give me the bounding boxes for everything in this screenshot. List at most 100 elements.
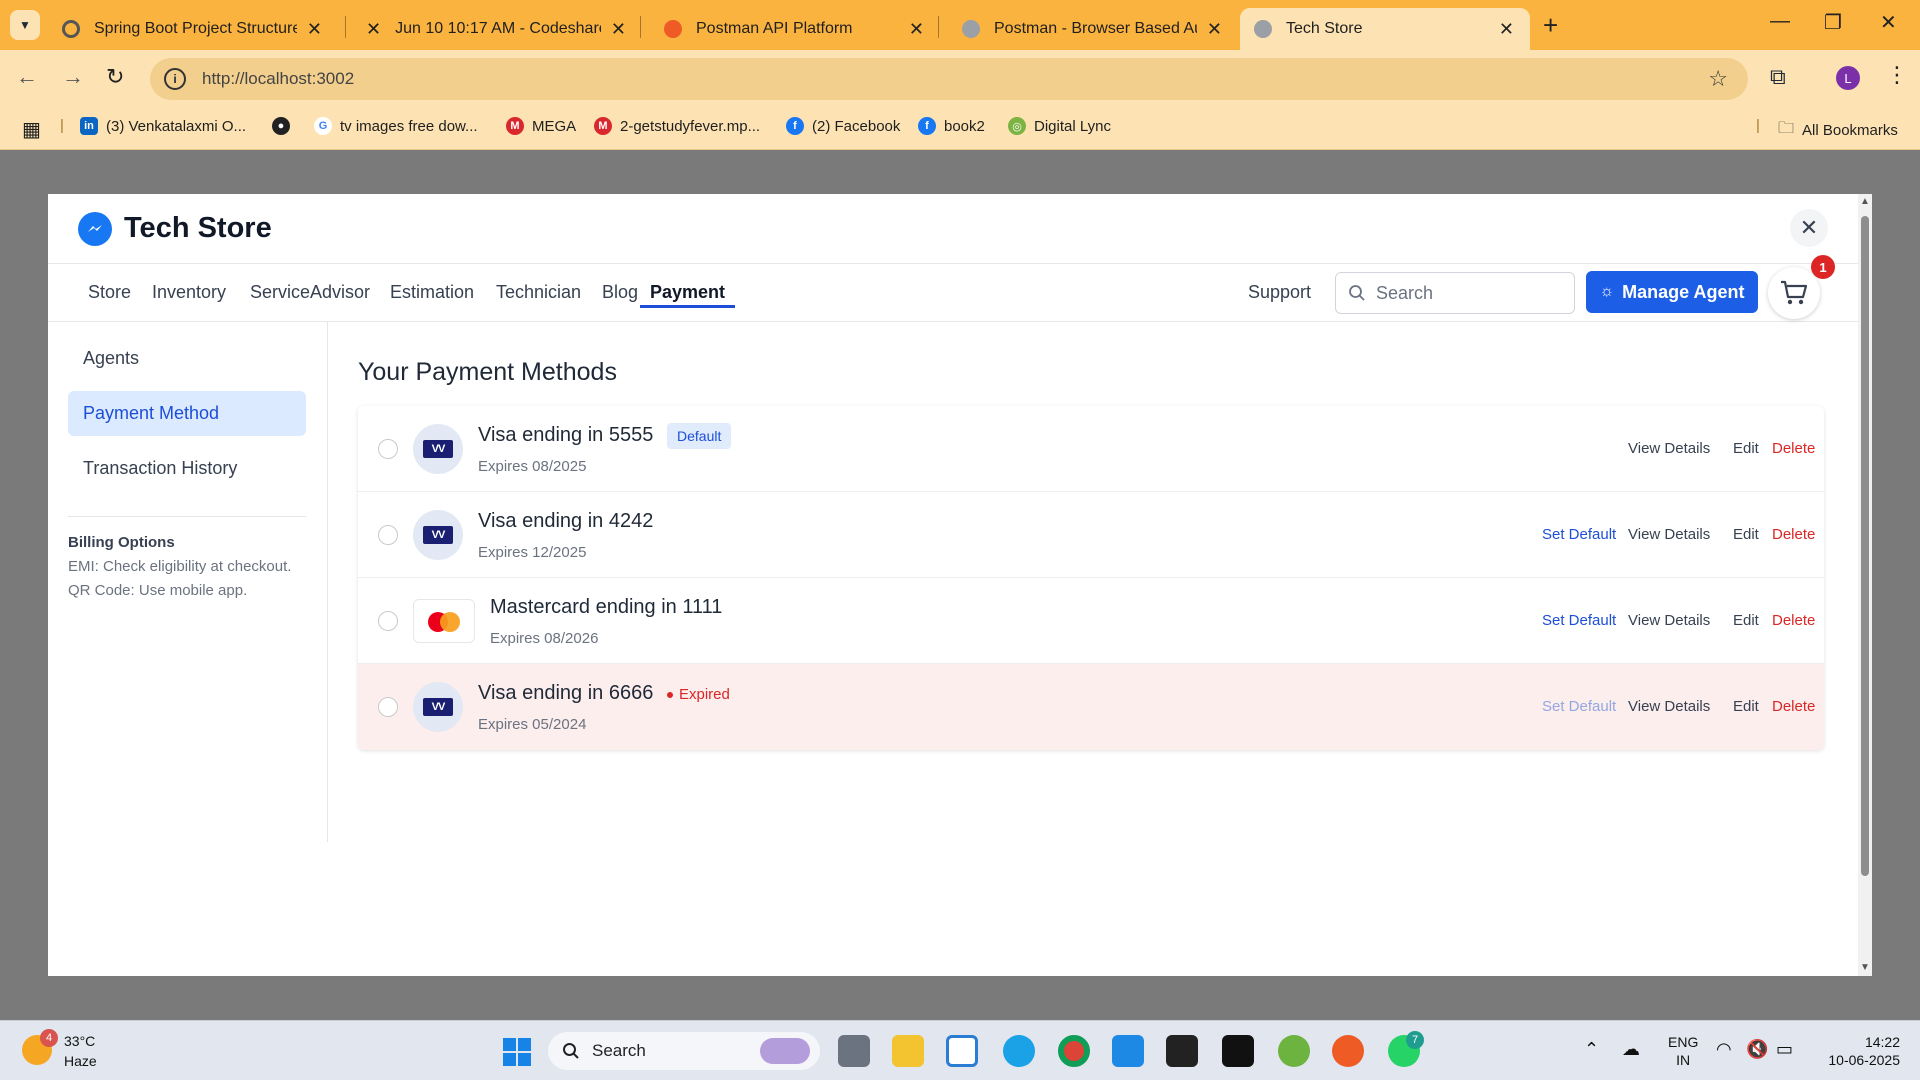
bookmark-item[interactable]: G tv images free dow... bbox=[314, 117, 478, 135]
sun-gear-icon: ☼ bbox=[1599, 283, 1615, 300]
select-radio[interactable] bbox=[378, 611, 398, 631]
view-details-link[interactable]: View Details bbox=[1628, 612, 1710, 629]
chrome-icon[interactable] bbox=[1058, 1035, 1090, 1067]
sidebar-item-payment-method[interactable]: Payment Method bbox=[68, 391, 306, 436]
select-radio[interactable] bbox=[378, 439, 398, 459]
profile-avatar[interactable]: L bbox=[1836, 66, 1860, 90]
task-view-icon[interactable] bbox=[838, 1035, 870, 1067]
nav-store[interactable]: Store bbox=[88, 282, 131, 303]
close-icon[interactable]: ✕ bbox=[611, 19, 626, 40]
close-modal-button[interactable]: ✕ bbox=[1790, 209, 1828, 247]
taskbar-search[interactable]: Search bbox=[548, 1032, 820, 1070]
sidebar-item-transaction-history[interactable]: Transaction History bbox=[68, 446, 306, 491]
url-text[interactable]: http://localhost:3002 bbox=[202, 69, 354, 89]
edit-link[interactable]: Edit bbox=[1733, 612, 1759, 629]
wifi-icon[interactable]: ◠ bbox=[1716, 1039, 1732, 1060]
file-explorer-icon[interactable] bbox=[892, 1035, 924, 1067]
bookmark-item[interactable]: f book2 bbox=[918, 117, 985, 135]
apps-grid-icon[interactable]: ▦ bbox=[22, 117, 41, 142]
more-menu-icon[interactable]: ⋮ bbox=[1886, 62, 1908, 88]
set-default-link[interactable]: Set Default bbox=[1542, 526, 1616, 543]
nav-serviceadvisor[interactable]: ServiceAdvisor bbox=[250, 282, 370, 303]
address-bar[interactable]: i http://localhost:3002 ☆ bbox=[150, 58, 1748, 100]
site-info-icon[interactable]: i bbox=[164, 68, 186, 90]
bookmark-item[interactable]: in (3) Venkatalaxmi O... bbox=[80, 117, 246, 135]
terminal-icon[interactable] bbox=[1166, 1035, 1198, 1067]
nav-estimation[interactable]: Estimation bbox=[390, 282, 474, 303]
nav-technician[interactable]: Technician bbox=[496, 282, 581, 303]
all-bookmarks-button[interactable]: 🗀 All Bookmarks bbox=[1778, 117, 1898, 144]
close-icon[interactable]: ✕ bbox=[1207, 19, 1222, 40]
delete-link[interactable]: Delete bbox=[1772, 612, 1815, 629]
weather-temperature[interactable]: 33°C bbox=[64, 1033, 95, 1049]
nav-inventory[interactable]: Inventory bbox=[152, 282, 226, 303]
select-radio[interactable] bbox=[378, 697, 398, 717]
minimize-icon[interactable]: — bbox=[1770, 10, 1790, 33]
bookmark-item[interactable]: M 2-getstudyfever.mp... bbox=[594, 117, 760, 135]
edge-icon[interactable] bbox=[1003, 1035, 1035, 1067]
close-icon[interactable]: ✕ bbox=[1499, 19, 1514, 40]
set-default-link[interactable]: Set Default bbox=[1542, 612, 1616, 629]
mega-icon: M bbox=[506, 117, 524, 135]
page-scrollbar[interactable]: ▲ ▼ bbox=[1858, 194, 1872, 976]
bookmark-star-icon[interactable]: ☆ bbox=[1708, 66, 1728, 92]
browser-tab-active[interactable]: Tech Store ✕ bbox=[1240, 8, 1530, 50]
system-clock[interactable]: 14:22 10-06-2025 bbox=[1818, 1033, 1900, 1069]
sidebar-item-agents[interactable]: Agents bbox=[68, 336, 306, 381]
onedrive-icon[interactable]: ☁ bbox=[1622, 1039, 1640, 1060]
search-input[interactable] bbox=[1376, 282, 1566, 304]
extensions-puzzle-icon[interactable]: ⧉ bbox=[1770, 64, 1786, 90]
browser-tab[interactable]: Postman API Platform ✕ bbox=[650, 8, 940, 50]
bookmark-item[interactable]: ● bbox=[272, 117, 298, 135]
spring-tools-icon[interactable] bbox=[1278, 1035, 1310, 1067]
window-close-icon[interactable]: ✕ bbox=[1880, 10, 1897, 35]
photos-icon[interactable] bbox=[1112, 1035, 1144, 1067]
edit-link[interactable]: Edit bbox=[1733, 526, 1759, 543]
browser-tab[interactable]: Postman - Browser Based Auth ✕ bbox=[948, 8, 1238, 50]
tab-search-button[interactable]: ▼ bbox=[10, 10, 40, 40]
chevron-up-icon[interactable]: ⌃ bbox=[1584, 1039, 1599, 1060]
nav-blog[interactable]: Blog bbox=[602, 282, 638, 303]
search-box[interactable] bbox=[1335, 272, 1575, 314]
edit-link[interactable]: Edit bbox=[1733, 440, 1759, 457]
windows-start-icon[interactable] bbox=[503, 1038, 531, 1066]
manage-agent-button[interactable]: ☼ Manage Agent bbox=[1586, 271, 1758, 313]
scroll-up-icon[interactable]: ▲ bbox=[1860, 196, 1870, 207]
nav-support[interactable]: Support bbox=[1248, 282, 1311, 303]
bookmark-item[interactable]: ◎ Digital Lync bbox=[1008, 117, 1111, 135]
microsoft-store-icon[interactable] bbox=[946, 1035, 978, 1067]
cart-button[interactable] bbox=[1768, 267, 1820, 319]
browser-tab[interactable]: ✕ Jun 10 10:17 AM - Codeshare ✕ bbox=[352, 8, 642, 50]
nav-payment[interactable]: Payment bbox=[640, 282, 736, 308]
battery-icon[interactable]: ▭ bbox=[1776, 1039, 1793, 1060]
delete-link[interactable]: Delete bbox=[1772, 526, 1815, 543]
select-radio[interactable] bbox=[378, 525, 398, 545]
delete-link[interactable]: Delete bbox=[1772, 440, 1815, 457]
view-details-link[interactable]: View Details bbox=[1628, 440, 1710, 457]
new-tab-icon[interactable]: + bbox=[1543, 10, 1558, 41]
close-icon[interactable]: ✕ bbox=[909, 19, 924, 40]
delete-link[interactable]: Delete bbox=[1772, 698, 1815, 715]
app-icon[interactable] bbox=[1222, 1035, 1254, 1067]
bookmark-item[interactable]: M MEGA bbox=[506, 117, 576, 135]
close-icon[interactable]: ✕ bbox=[307, 19, 322, 40]
edit-link[interactable]: Edit bbox=[1733, 698, 1759, 715]
bookmark-item[interactable]: f (2) Facebook bbox=[786, 117, 900, 135]
back-arrow-icon[interactable]: ← bbox=[16, 64, 38, 90]
reload-icon[interactable]: ↻ bbox=[106, 64, 124, 90]
restore-icon[interactable]: ❐ bbox=[1824, 10, 1842, 35]
mastercard-icon bbox=[413, 599, 475, 643]
volume-muted-icon[interactable]: 🔇 bbox=[1746, 1039, 1768, 1060]
facebook-icon: f bbox=[918, 117, 936, 135]
view-details-link[interactable]: View Details bbox=[1628, 526, 1710, 543]
weather-badge: 4 bbox=[40, 1029, 58, 1047]
weather-condition[interactable]: Haze bbox=[64, 1053, 97, 1069]
postman-icon[interactable] bbox=[1332, 1035, 1364, 1067]
view-details-link[interactable]: View Details bbox=[1628, 698, 1710, 715]
language-indicator[interactable]: ENG IN bbox=[1668, 1033, 1698, 1069]
forward-arrow-icon[interactable]: → bbox=[62, 64, 84, 90]
bookmark-label: (3) Venkatalaxmi O... bbox=[106, 117, 247, 135]
scroll-down-icon[interactable]: ▼ bbox=[1860, 962, 1870, 973]
browser-tab[interactable]: Spring Boot Project Structure ✕ bbox=[48, 8, 338, 50]
scrollbar-thumb[interactable] bbox=[1861, 216, 1869, 876]
